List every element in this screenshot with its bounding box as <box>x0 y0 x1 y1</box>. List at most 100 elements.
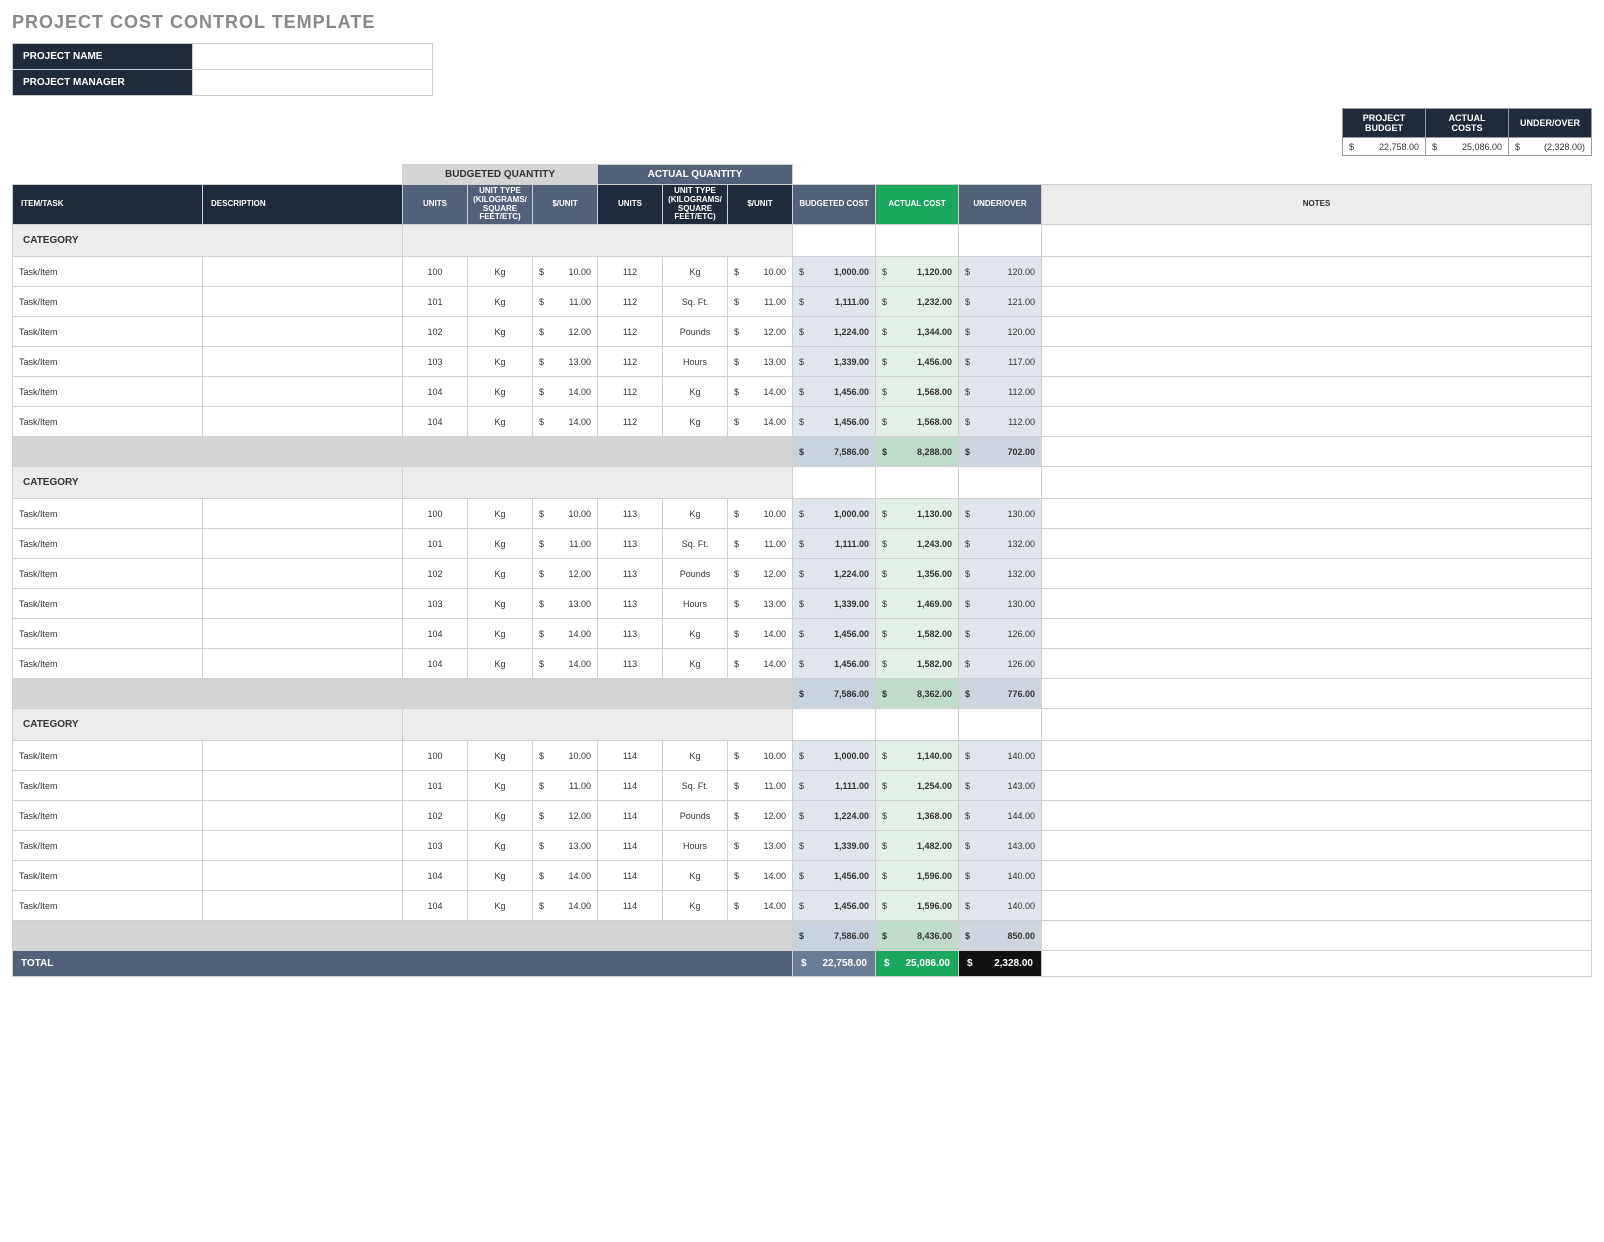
a-units-cell[interactable]: 114 <box>598 741 663 771</box>
desc-cell[interactable] <box>203 347 403 377</box>
b-utype-cell[interactable]: Kg <box>468 831 533 861</box>
a-units-cell[interactable]: 113 <box>598 559 663 589</box>
b-utype-cell[interactable]: Kg <box>468 589 533 619</box>
b-punit-cell[interactable]: $14.00 <box>533 377 598 407</box>
item-cell[interactable]: Task/Item <box>13 257 203 287</box>
notes-cell[interactable] <box>1042 771 1592 801</box>
desc-cell[interactable] <box>203 891 403 921</box>
item-cell[interactable]: Task/Item <box>13 287 203 317</box>
desc-cell[interactable] <box>203 861 403 891</box>
b-utype-cell[interactable]: Kg <box>468 317 533 347</box>
item-cell[interactable]: Task/Item <box>13 529 203 559</box>
a-units-cell[interactable]: 112 <box>598 407 663 437</box>
b-utype-cell[interactable]: Kg <box>468 287 533 317</box>
desc-cell[interactable] <box>203 529 403 559</box>
b-units-cell[interactable]: 101 <box>403 771 468 801</box>
notes-cell[interactable] <box>1042 317 1592 347</box>
a-units-cell[interactable]: 114 <box>598 861 663 891</box>
a-units-cell[interactable]: 112 <box>598 257 663 287</box>
b-utype-cell[interactable]: Kg <box>468 891 533 921</box>
project-manager-value[interactable] <box>193 70 433 96</box>
a-utype-cell[interactable]: Sq. Ft. <box>663 529 728 559</box>
a-units-cell[interactable]: 113 <box>598 529 663 559</box>
a-utype-cell[interactable]: Pounds <box>663 559 728 589</box>
b-punit-cell[interactable]: $14.00 <box>533 649 598 679</box>
a-utype-cell[interactable]: Hours <box>663 347 728 377</box>
b-units-cell[interactable]: 104 <box>403 861 468 891</box>
b-units-cell[interactable]: 100 <box>403 257 468 287</box>
b-units-cell[interactable]: 104 <box>403 649 468 679</box>
b-punit-cell[interactable]: $14.00 <box>533 619 598 649</box>
item-cell[interactable]: Task/Item <box>13 801 203 831</box>
a-units-cell[interactable]: 112 <box>598 287 663 317</box>
a-utype-cell[interactable]: Hours <box>663 831 728 861</box>
b-punit-cell[interactable]: $11.00 <box>533 771 598 801</box>
b-units-cell[interactable]: 103 <box>403 347 468 377</box>
desc-cell[interactable] <box>203 589 403 619</box>
b-units-cell[interactable]: 101 <box>403 529 468 559</box>
a-punit-cell[interactable]: $14.00 <box>728 649 793 679</box>
desc-cell[interactable] <box>203 377 403 407</box>
b-utype-cell[interactable]: Kg <box>468 861 533 891</box>
desc-cell[interactable] <box>203 619 403 649</box>
b-units-cell[interactable]: 103 <box>403 589 468 619</box>
b-utype-cell[interactable]: Kg <box>468 649 533 679</box>
a-units-cell[interactable]: 114 <box>598 891 663 921</box>
a-utype-cell[interactable]: Kg <box>663 499 728 529</box>
b-punit-cell[interactable]: $11.00 <box>533 287 598 317</box>
b-units-cell[interactable]: 102 <box>403 801 468 831</box>
desc-cell[interactable] <box>203 771 403 801</box>
a-punit-cell[interactable]: $11.00 <box>728 529 793 559</box>
item-cell[interactable]: Task/Item <box>13 649 203 679</box>
item-cell[interactable]: Task/Item <box>13 891 203 921</box>
item-cell[interactable]: Task/Item <box>13 317 203 347</box>
notes-cell[interactable] <box>1042 407 1592 437</box>
a-punit-cell[interactable]: $14.00 <box>728 861 793 891</box>
a-units-cell[interactable]: 113 <box>598 499 663 529</box>
item-cell[interactable]: Task/Item <box>13 347 203 377</box>
b-punit-cell[interactable]: $13.00 <box>533 347 598 377</box>
notes-cell[interactable] <box>1042 861 1592 891</box>
item-cell[interactable]: Task/Item <box>13 771 203 801</box>
notes-cell[interactable] <box>1042 831 1592 861</box>
desc-cell[interactable] <box>203 831 403 861</box>
b-units-cell[interactable]: 104 <box>403 619 468 649</box>
notes-cell[interactable] <box>1042 347 1592 377</box>
a-utype-cell[interactable]: Kg <box>663 257 728 287</box>
desc-cell[interactable] <box>203 317 403 347</box>
a-utype-cell[interactable]: Kg <box>663 407 728 437</box>
a-utype-cell[interactable]: Kg <box>663 891 728 921</box>
b-punit-cell[interactable]: $14.00 <box>533 891 598 921</box>
b-utype-cell[interactable]: Kg <box>468 407 533 437</box>
item-cell[interactable]: Task/Item <box>13 499 203 529</box>
b-punit-cell[interactable]: $12.00 <box>533 317 598 347</box>
a-utype-cell[interactable]: Pounds <box>663 317 728 347</box>
desc-cell[interactable] <box>203 559 403 589</box>
a-punit-cell[interactable]: $12.00 <box>728 317 793 347</box>
b-utype-cell[interactable]: Kg <box>468 559 533 589</box>
notes-cell[interactable] <box>1042 377 1592 407</box>
a-units-cell[interactable]: 112 <box>598 317 663 347</box>
notes-cell[interactable] <box>1042 499 1592 529</box>
b-punit-cell[interactable]: $13.00 <box>533 589 598 619</box>
notes-cell[interactable] <box>1042 741 1592 771</box>
a-punit-cell[interactable]: $12.00 <box>728 801 793 831</box>
b-utype-cell[interactable]: Kg <box>468 529 533 559</box>
a-units-cell[interactable]: 114 <box>598 831 663 861</box>
item-cell[interactable]: Task/Item <box>13 741 203 771</box>
notes-cell[interactable] <box>1042 649 1592 679</box>
b-units-cell[interactable]: 103 <box>403 831 468 861</box>
a-utype-cell[interactable]: Kg <box>663 377 728 407</box>
a-punit-cell[interactable]: $10.00 <box>728 499 793 529</box>
b-punit-cell[interactable]: $12.00 <box>533 559 598 589</box>
a-punit-cell[interactable]: $10.00 <box>728 257 793 287</box>
b-utype-cell[interactable]: Kg <box>468 771 533 801</box>
b-units-cell[interactable]: 100 <box>403 741 468 771</box>
project-name-value[interactable] <box>193 44 433 70</box>
item-cell[interactable]: Task/Item <box>13 619 203 649</box>
a-utype-cell[interactable]: Sq. Ft. <box>663 287 728 317</box>
notes-cell[interactable] <box>1042 559 1592 589</box>
a-punit-cell[interactable]: $13.00 <box>728 831 793 861</box>
notes-cell[interactable] <box>1042 529 1592 559</box>
a-units-cell[interactable]: 114 <box>598 801 663 831</box>
